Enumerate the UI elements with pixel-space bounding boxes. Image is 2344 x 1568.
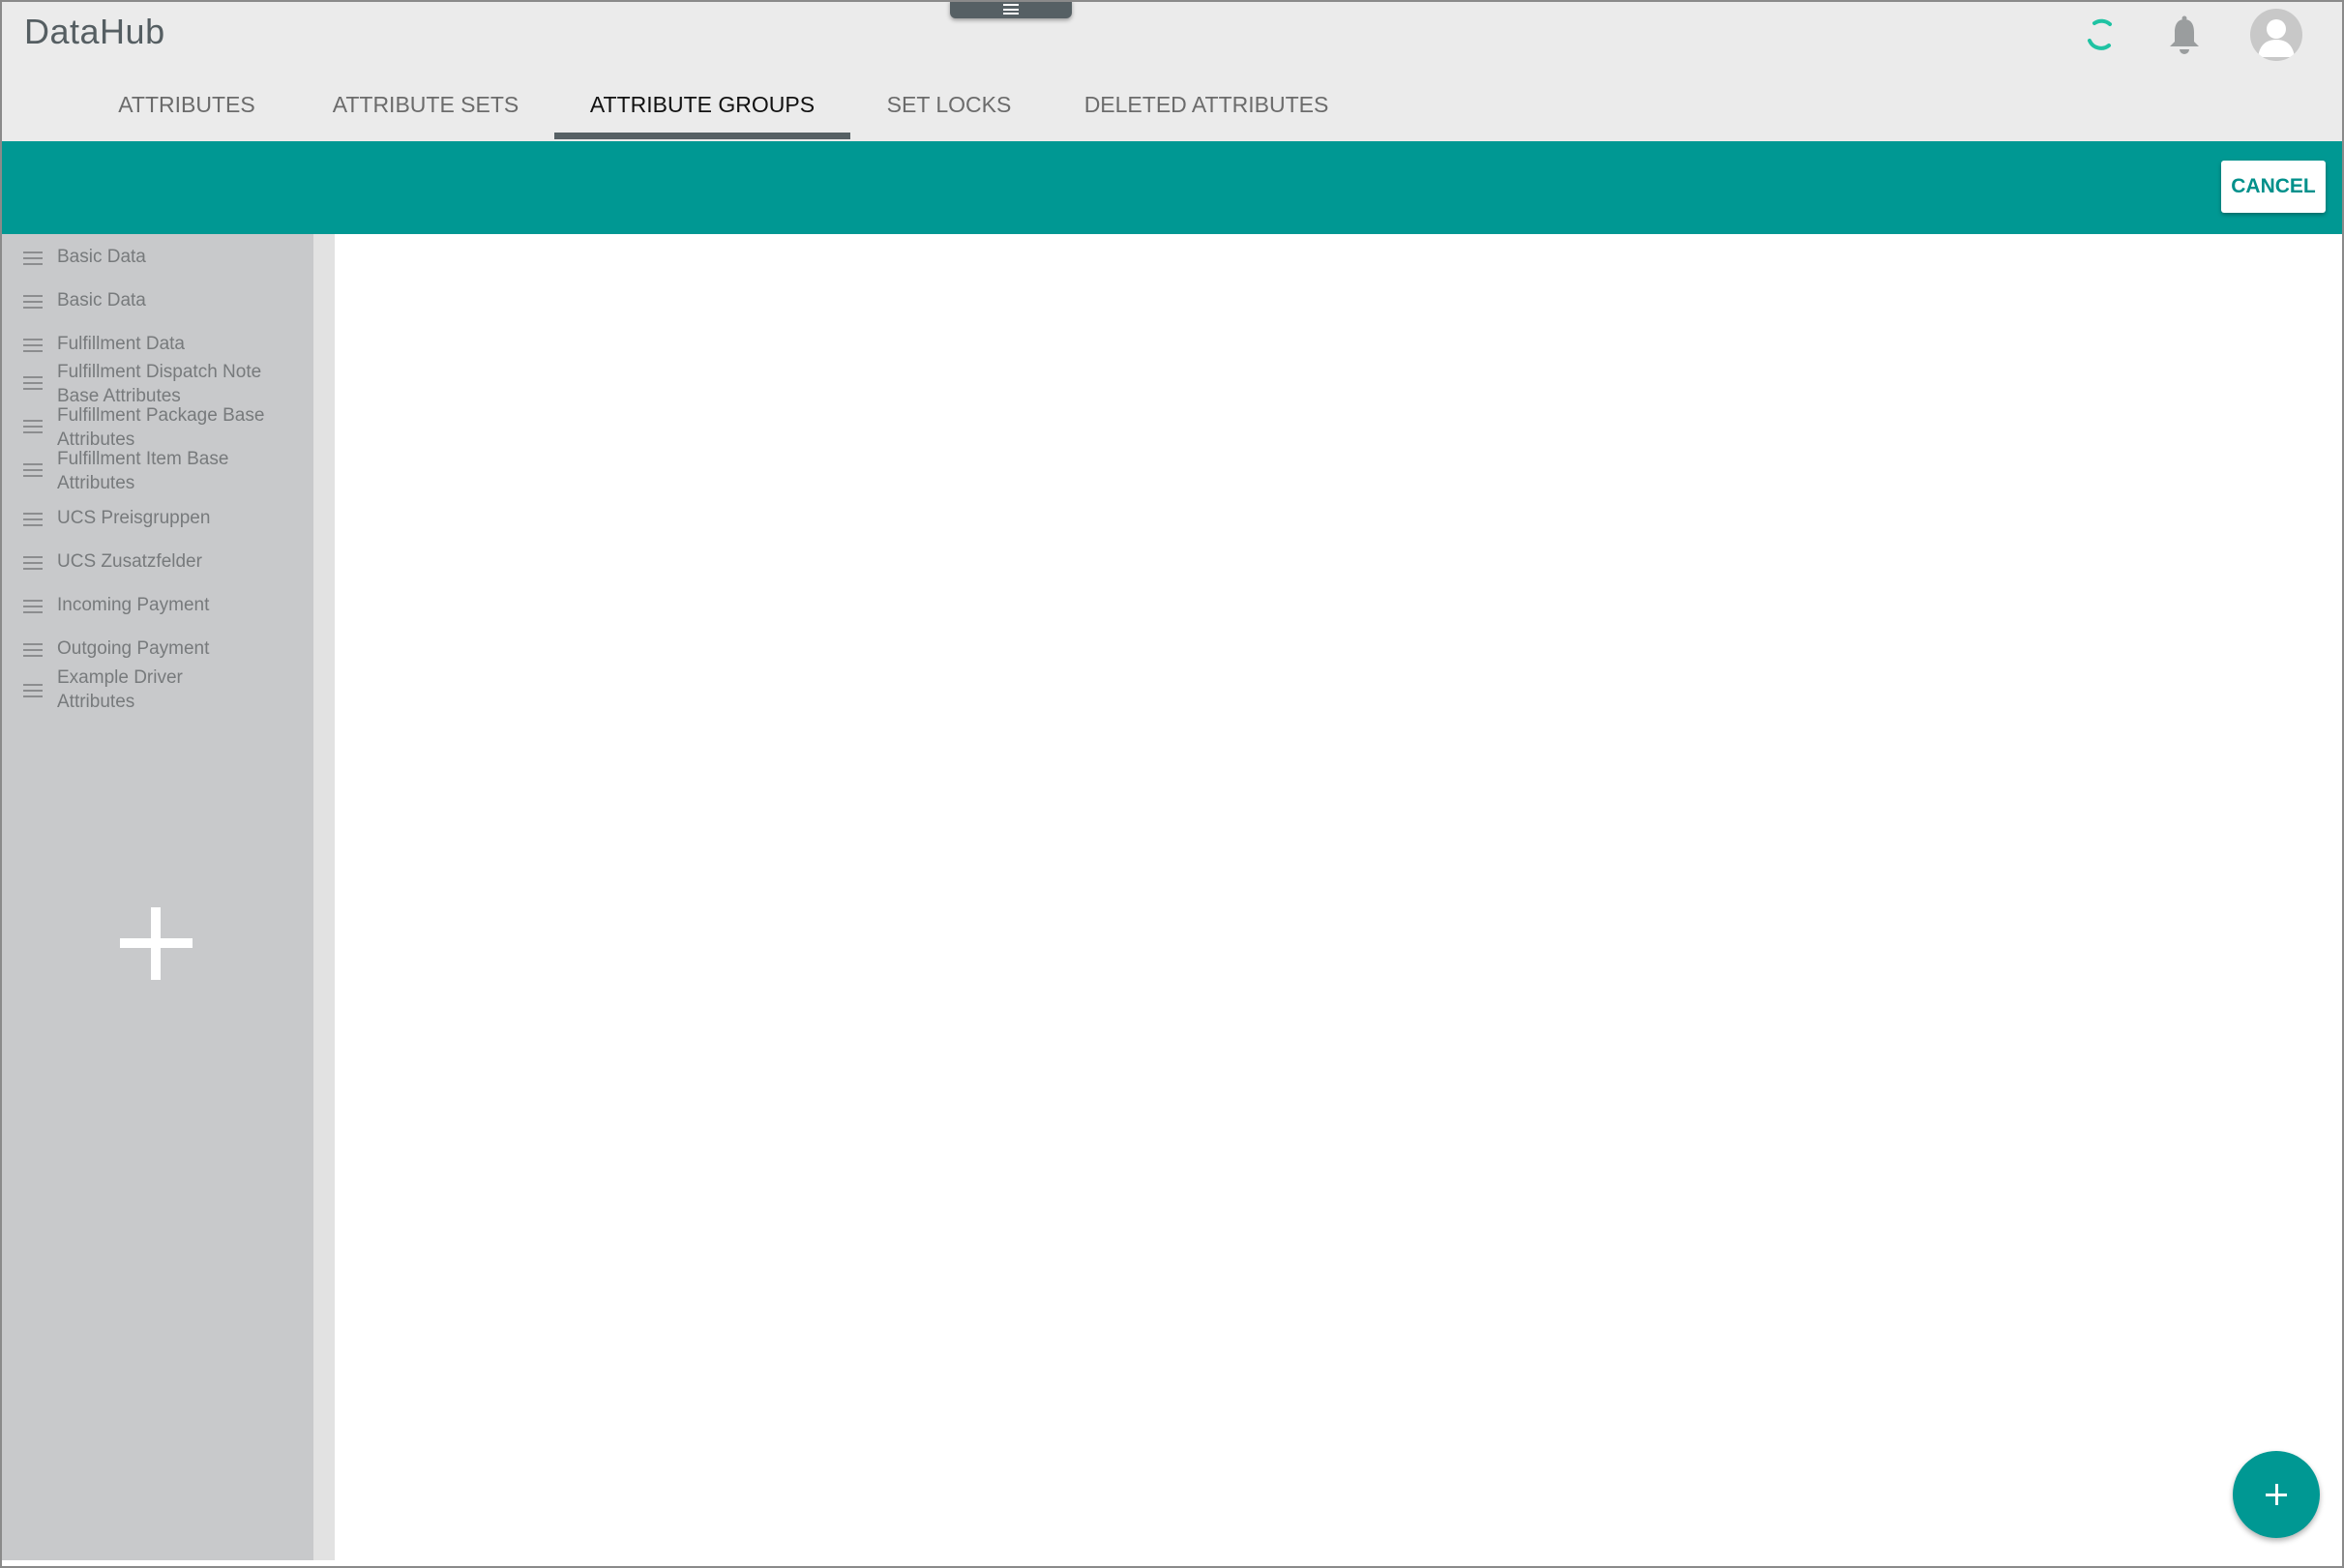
loading-spinner-icon [2088, 18, 2112, 50]
list-item-label: Incoming Payment [57, 595, 210, 615]
app-title: DataHub [24, 12, 165, 51]
drag-handle-icon[interactable] [23, 376, 43, 390]
list-item[interactable]: Fulfillment Data [2, 330, 313, 357]
avatar-icon [2258, 19, 2295, 57]
list-item-label: Example Driver Attributes [57, 667, 183, 712]
list-item[interactable]: UCS Zusatzfelder [2, 547, 313, 575]
list-item[interactable]: Fulfillment Item Base Attributes [2, 447, 313, 493]
list-item-label: UCS Zusatzfelder [57, 551, 202, 572]
drag-handle-icon[interactable] [23, 600, 43, 613]
list-item-label: Basic Data [57, 247, 146, 267]
app-header: DataHub ATTRIBUTES ATTRIBUTE SETS ATTRIB… [0, 0, 2344, 141]
list-item-label: Fulfillment Item Base Attributes [57, 449, 229, 493]
list-item-label: Basic Data [57, 290, 146, 311]
drag-handle-icon[interactable] [23, 295, 43, 309]
sidebar-scrollbar[interactable] [313, 234, 335, 1560]
drag-handle-icon[interactable] [23, 463, 43, 477]
list-item[interactable]: UCS Preisgruppen [2, 504, 313, 531]
tab-set-locks[interactable]: SET LOCKS [880, 83, 1018, 141]
action-toolbar [0, 141, 2344, 234]
add-group-button[interactable] [120, 907, 193, 980]
drag-handle-icon[interactable] [23, 684, 43, 697]
attribute-group-list: Basic Data Basic Data Fulfillment Data F… [0, 234, 313, 1560]
drag-handle-icon[interactable] [23, 556, 43, 570]
plus-icon-stroke [2275, 1484, 2278, 1505]
menu-handle-button[interactable] [950, 0, 1072, 18]
list-item-label: Fulfillment Data [57, 334, 185, 354]
drag-handle-icon[interactable] [23, 513, 43, 526]
add-fab-button[interactable] [2233, 1451, 2320, 1538]
drag-handle-icon[interactable] [23, 339, 43, 352]
tab-attributes[interactable]: ATTRIBUTES [114, 83, 259, 141]
list-item[interactable]: Fulfillment Dispatch Note Base Attribute… [2, 360, 313, 406]
drag-handle-icon[interactable] [23, 420, 43, 433]
plus-icon-stroke [151, 907, 161, 980]
tab-deleted-attributes[interactable]: DELETED ATTRIBUTES [1082, 83, 1331, 141]
bell-icon[interactable] [2167, 15, 2202, 55]
list-item[interactable]: Incoming Payment [2, 591, 313, 618]
user-avatar[interactable] [2250, 9, 2302, 61]
list-item[interactable]: Example Driver Attributes [2, 666, 313, 714]
list-item[interactable]: Basic Data [2, 286, 313, 313]
list-item[interactable]: Outgoing Payment [2, 635, 313, 662]
list-item[interactable]: Fulfillment Package Base Attributes [2, 403, 313, 450]
active-tab-indicator [554, 133, 850, 139]
menu-icon [1003, 4, 1019, 15]
tab-bar: ATTRIBUTES ATTRIBUTE SETS ATTRIBUTE GROU… [0, 83, 2344, 141]
list-item-label: Fulfillment Package Base Attributes [57, 405, 265, 450]
cancel-button[interactable]: CANCEL [2221, 161, 2326, 213]
drag-handle-icon[interactable] [23, 251, 43, 265]
list-item-label: UCS Preisgruppen [57, 508, 211, 528]
list-item[interactable]: Basic Data [2, 243, 313, 270]
list-item-label: Fulfillment Dispatch Note Base Attribute… [57, 362, 262, 406]
tab-attribute-sets[interactable]: ATTRIBUTE SETS [329, 83, 522, 141]
list-item-label: Outgoing Payment [57, 638, 210, 659]
main-content-area [335, 234, 2342, 1560]
drag-handle-icon[interactable] [23, 643, 43, 657]
